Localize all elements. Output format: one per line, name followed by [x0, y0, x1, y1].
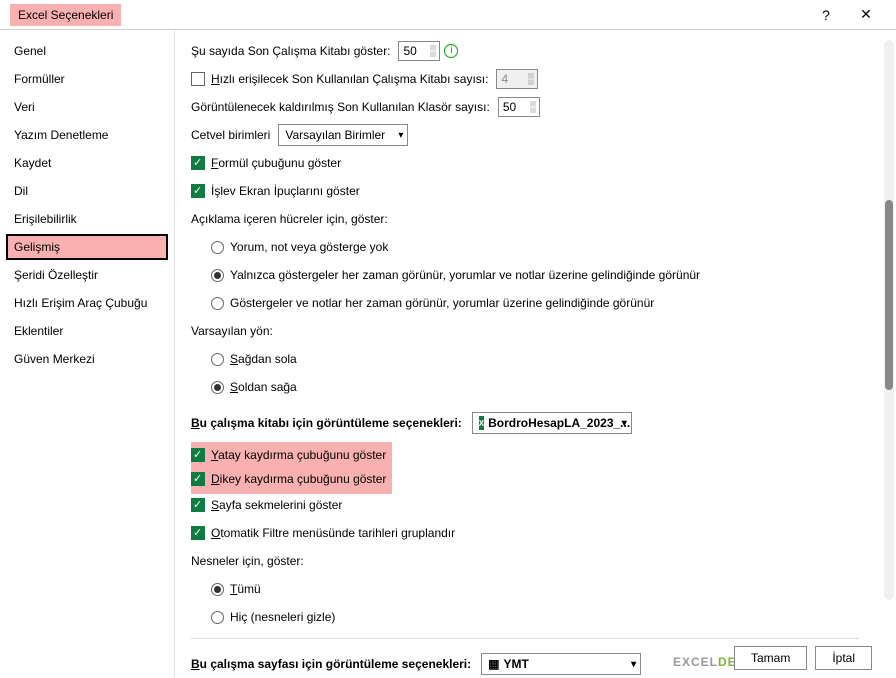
comments-opt1-radio[interactable]: [211, 241, 224, 254]
obj-none-label: Hiç (nesneleri gizle): [230, 610, 335, 624]
obj-all-radio[interactable]: [211, 583, 224, 596]
sidebar-item-formulas[interactable]: Formüller: [6, 66, 168, 92]
show-formula-bar-label: Formül çubuğunu göster: [211, 156, 341, 170]
show-v-scroll-label: Dikey kaydırma çubuğunu göster: [211, 472, 386, 486]
objects-header: Nesneler için, göster:: [191, 554, 304, 568]
sheet-icon: ▦: [488, 657, 499, 671]
ruler-units-select[interactable]: Varsayılan Birimler: [278, 124, 408, 146]
cancel-button[interactable]: İptal: [815, 646, 872, 670]
comments-opt3-radio[interactable]: [211, 297, 224, 310]
sidebar-item-data[interactable]: Veri: [6, 94, 168, 120]
info-icon[interactable]: i: [444, 44, 458, 58]
ok-button[interactable]: Tamam: [734, 646, 807, 670]
sidebar-item-addins[interactable]: Eklentiler: [6, 318, 168, 344]
excel-icon: X: [479, 416, 484, 430]
highlighted-scroll-options: Yatay kaydırma çubuğunu göster Dikey kay…: [191, 442, 392, 494]
vertical-scrollbar[interactable]: [884, 40, 894, 600]
divider: [191, 638, 859, 639]
obj-all-label: Tümü: [230, 582, 261, 596]
worksheet-select[interactable]: ▦YMT: [481, 653, 641, 675]
sidebar: Genel Formüller Veri Yazım Denetleme Kay…: [0, 30, 175, 678]
show-tabs-label: Sayfa sekmelerini göster: [211, 498, 342, 512]
show-h-scroll-label: Yatay kaydırma çubuğunu göster: [211, 448, 386, 462]
comments-opt2-radio[interactable]: [211, 269, 224, 282]
show-function-tips-checkbox[interactable]: [191, 184, 205, 198]
content-panel: Şu sayıda Son Çalışma Kitabı göster: 50 …: [175, 30, 896, 678]
quick-access-label: Hızlı erişilecek Son Kullanılan Çalışma …: [211, 72, 488, 86]
show-function-tips-label: İşlev Ekran İpuçlarını göster: [211, 184, 360, 198]
group-autofilter-checkbox[interactable]: [191, 526, 205, 540]
quick-access-spinner: 4: [496, 69, 538, 89]
scrollbar-thumb[interactable]: [885, 200, 893, 390]
sidebar-item-accessibility[interactable]: Erişilebilirlik: [6, 206, 168, 232]
workbook-select[interactable]: XBordroHesapLA_2023_...: [472, 412, 632, 434]
obj-none-radio[interactable]: [211, 611, 224, 624]
sidebar-item-quick-access[interactable]: Hızlı Erişim Araç Çubuğu: [6, 290, 168, 316]
recent-workbooks-label: Şu sayıda Son Çalışma Kitabı göster:: [191, 44, 390, 58]
workbook-display-section: Bu çalışma kitabı için görüntüleme seçen…: [191, 412, 880, 434]
comments-opt1-label: Yorum, not veya gösterge yok: [230, 240, 388, 254]
recent-workbooks-spinner[interactable]: 50: [398, 41, 440, 61]
sidebar-item-customize-ribbon[interactable]: Şeridi Özelleştir: [6, 262, 168, 288]
sidebar-item-general[interactable]: Genel: [6, 38, 168, 64]
comments-opt2-label: Yalnızca göstergeler her zaman görünür, …: [230, 268, 700, 282]
dir-rtl-label: Sağdan sola: [230, 352, 297, 366]
show-h-scroll-checkbox[interactable]: [191, 448, 205, 462]
ruler-units-label: Cetvel birimleri: [191, 128, 270, 142]
dir-rtl-radio[interactable]: [211, 353, 224, 366]
unpinned-folders-label: Görüntülenecek kaldırılmış Son Kullanıla…: [191, 100, 490, 114]
close-button[interactable]: ✕: [846, 6, 886, 23]
window-title: Excel Seçenekleri: [10, 4, 121, 26]
sidebar-item-trust-center[interactable]: Güven Merkezi: [6, 346, 168, 372]
dir-ltr-label: Soldan sağa: [230, 380, 297, 394]
show-v-scroll-checkbox[interactable]: [191, 472, 205, 486]
show-formula-bar-checkbox[interactable]: [191, 156, 205, 170]
dir-ltr-radio[interactable]: [211, 381, 224, 394]
sidebar-item-advanced[interactable]: Gelişmiş: [6, 234, 168, 260]
sidebar-item-proofing[interactable]: Yazım Denetleme: [6, 122, 168, 148]
group-autofilter-label: Otomatik Filtre menüsünde tarihleri grup…: [211, 526, 455, 540]
help-button[interactable]: ?: [806, 7, 846, 23]
sidebar-item-save[interactable]: Kaydet: [6, 150, 168, 176]
comments-opt3-label: Göstergeler ve notlar her zaman görünür,…: [230, 296, 654, 310]
default-direction-header: Varsayılan yön:: [191, 324, 273, 338]
sidebar-item-language[interactable]: Dil: [6, 178, 168, 204]
show-tabs-checkbox[interactable]: [191, 498, 205, 512]
unpinned-folders-spinner[interactable]: 50: [498, 97, 540, 117]
comments-header: Açıklama içeren hücreler için, göster:: [191, 212, 388, 226]
quick-access-checkbox[interactable]: [191, 72, 205, 86]
